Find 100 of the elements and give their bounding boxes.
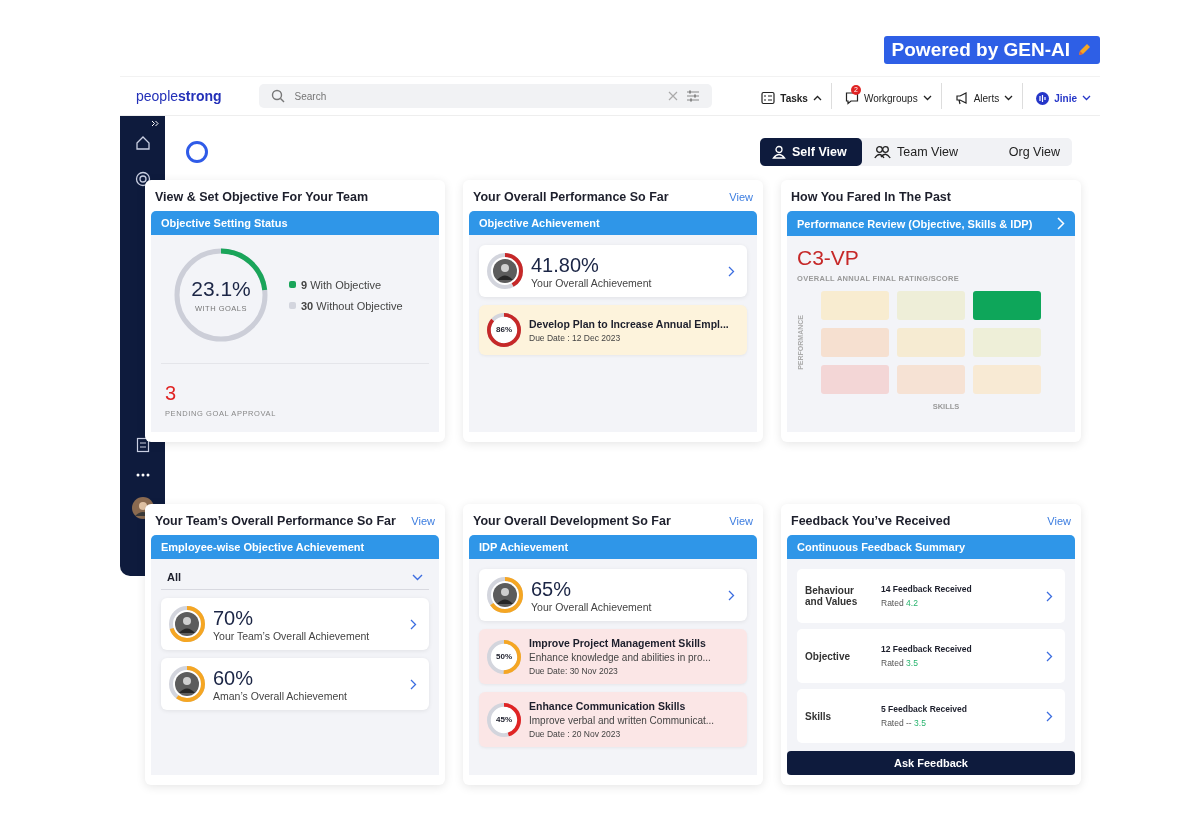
chat-icon	[844, 91, 859, 105]
chevron-right-icon	[728, 265, 735, 277]
rated-label: Rated	[881, 598, 904, 608]
chevron-right-icon	[1057, 217, 1065, 230]
progress-ring	[487, 313, 521, 347]
logo[interactable]: peoplestrong	[120, 88, 259, 104]
view-link[interactable]: View	[729, 515, 753, 527]
user-icon	[772, 145, 786, 159]
achievement-label: Aman’s Overall Achievement	[213, 689, 349, 702]
checklist-icon	[761, 91, 776, 105]
spinner-icon	[185, 140, 209, 164]
document-icon[interactable]	[135, 437, 150, 453]
card-title: Your Overall Performance So Far	[473, 190, 669, 204]
gen-ai-badge: Powered by GEN-AI	[883, 36, 1100, 64]
achievement-value: 70%	[213, 606, 255, 630]
card-title: View & Set Objective For Your Team	[155, 190, 369, 204]
progress-ring	[487, 639, 521, 674]
target-icon[interactable]	[134, 171, 151, 187]
section-banner: Objective Achievement	[469, 211, 757, 235]
achievement-value: 60%	[213, 666, 255, 690]
nav-menu-item[interactable]: Alerts	[945, 83, 1024, 109]
feedback-category: Skills	[805, 710, 833, 722]
rated-label: Rated	[881, 658, 904, 668]
avatar	[169, 606, 205, 642]
view-tab[interactable]: Team View	[862, 138, 970, 166]
percentage-value: 23.1%	[191, 277, 251, 301]
chevron-right-icon	[1046, 590, 1053, 602]
feedback-category: Behaviour and Values	[805, 585, 859, 607]
achievement-label: Your Overall Achievement	[531, 276, 653, 289]
goal-item[interactable]: 45% Enhance Communication Skills Improve verbal and written Communicat... Due Date : 20 Nov 2023	[479, 692, 747, 747]
rating-value: 3.5	[914, 718, 926, 728]
section-banner: Continuous Feedback Summary	[787, 535, 1075, 559]
rated-label: Rated --	[881, 718, 912, 728]
progress-percent: 45%	[496, 715, 512, 724]
achievement-row[interactable]: 60% Aman’s Overall Achievement	[161, 658, 429, 710]
card-title: How You Fared In The Past	[791, 190, 951, 204]
filter-dropdown[interactable]: All	[161, 569, 429, 590]
feedback-row[interactable]: Skills 5 Feedback Received Rated -- 3.5	[797, 689, 1065, 743]
search-icon	[270, 89, 285, 103]
view-tab[interactable]: Org View	[970, 138, 1072, 166]
achievement-label: Your Team’s Overall Achievement	[213, 629, 371, 642]
chevron-right-icon	[728, 589, 735, 601]
rating-value: 3.5	[906, 658, 918, 668]
due-date: Due Date: 30 Nov 2023	[529, 666, 619, 676]
achievement-row[interactable]: 70% Your Team’s Overall Achievement	[161, 598, 429, 650]
users-icon	[874, 145, 891, 159]
progress-percent: 50%	[496, 652, 512, 661]
section-banner: Objective Setting Status	[151, 211, 439, 235]
feedback-count: 14 Feedback Received	[881, 584, 973, 594]
achievement-value: 65%	[531, 577, 573, 601]
chevron-right-icon	[410, 678, 417, 690]
legend-label: 9 With Objective	[301, 278, 382, 291]
card-title: Your Team’s Overall Performance So Far	[155, 514, 396, 528]
goal-description: Improve verbal and written Communicat...	[529, 715, 715, 726]
megaphone-icon	[954, 91, 969, 105]
goal-item[interactable]: 86% Develop Plan to Increase Annual Empl... Due Date : 12 Dec 2023	[479, 305, 747, 355]
nav-menu-item[interactable]: Jinie	[1027, 83, 1100, 109]
feedback-count: 12 Feedback Received	[881, 644, 973, 654]
goal-title: Enhance Communication Skills	[529, 700, 687, 712]
section-banner: Employee-wise Objective Achievement	[151, 535, 439, 559]
pending-count: 3	[165, 382, 178, 405]
rating-value: C3-VP	[797, 246, 860, 270]
goal-title: Develop Plan to Increase Annual Empl...	[529, 317, 729, 330]
caret-icon	[412, 573, 423, 581]
goal-title: Improve Project Management Skills	[529, 637, 707, 649]
feedback-category: Objective	[805, 650, 852, 662]
feedback-row[interactable]: Behaviour and Values 14 Feedback Received Rated 4.2	[797, 569, 1065, 623]
expand-icon[interactable]	[151, 120, 159, 127]
goal-item[interactable]: 50% Improve Project Management Skills Enhance knowledge and abilities in pro... Due Date: 30 Nov 2023	[479, 629, 747, 684]
view-link[interactable]: View	[411, 515, 435, 527]
chevron-right-icon	[1046, 710, 1053, 722]
search-field[interactable]: Search	[258, 84, 713, 108]
feedback-row[interactable]: Objective 12 Feedback Received Rated 3.5	[797, 629, 1065, 683]
achievement-label: Your Overall Achievement	[531, 600, 653, 613]
due-date: Due Date : 12 Dec 2023	[529, 332, 622, 343]
rating-value: 4.2	[906, 598, 918, 608]
progress-ring	[487, 702, 521, 737]
legend-label: 30 Without Objective	[301, 299, 403, 312]
filter-icon[interactable]	[686, 89, 701, 103]
view-link[interactable]: View	[729, 191, 753, 203]
ask-feedback-button[interactable]: Ask Feedback	[787, 751, 1075, 775]
due-date: Due Date : 20 Nov 2023	[529, 729, 622, 739]
achievement-row[interactable]: 65% Your Overall Achievement	[479, 569, 747, 621]
avatar	[487, 577, 523, 613]
avatar	[169, 666, 205, 702]
achievement-row[interactable]: 41.80% Your Overall Achievement	[479, 245, 747, 297]
section-banner: IDP Achievement	[469, 535, 757, 559]
view-tab[interactable]: Self View	[760, 138, 862, 166]
card-title: Your Overall Development So Far	[473, 514, 671, 528]
feedback-count: 5 Feedback Received	[881, 704, 968, 714]
home-icon[interactable]	[134, 135, 151, 151]
pencil-icon	[1076, 42, 1092, 58]
search-input[interactable]: Search	[292, 89, 661, 103]
chevron-right-icon	[1046, 650, 1053, 662]
avatar	[487, 253, 523, 289]
progress-percent: 86%	[496, 326, 512, 334]
view-link[interactable]: View	[1047, 515, 1071, 527]
achievement-value: 41.80%	[531, 253, 600, 277]
nav-menu-item[interactable]: Tasks	[752, 83, 832, 109]
more-icon[interactable]	[135, 473, 150, 477]
